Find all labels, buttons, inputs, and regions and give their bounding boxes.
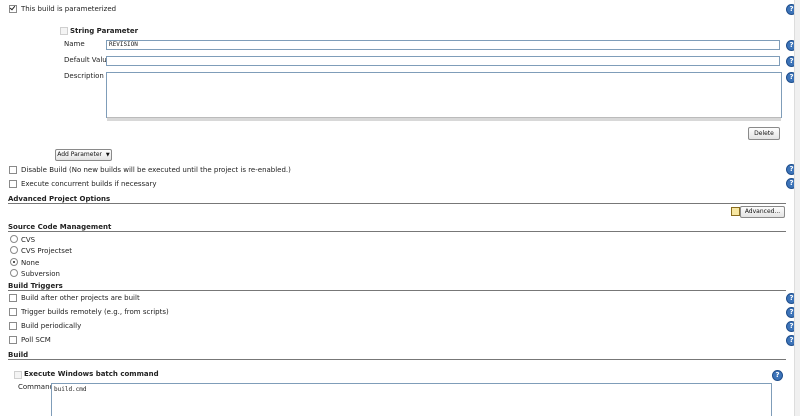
scm-radio-none[interactable]	[10, 258, 18, 266]
name-input[interactable]: REVISION	[106, 40, 780, 50]
notepad-icon	[731, 207, 740, 216]
command-label: Command	[18, 383, 54, 391]
add-parameter-label: Add Parameter	[57, 151, 102, 158]
build-title: Build	[8, 351, 29, 359]
trigger-label: Build after other projects are built	[21, 294, 140, 302]
trigger-periodic-checkbox[interactable]	[9, 322, 17, 330]
description-label: Description	[64, 72, 104, 80]
disable-build-checkbox[interactable]	[9, 166, 17, 174]
trigger-build-after-checkbox[interactable]	[9, 294, 17, 302]
command-textarea[interactable]: build.cmd	[51, 383, 772, 416]
textarea-resize-grip[interactable]	[107, 117, 781, 121]
string-parameter-drag-handle[interactable]	[60, 27, 68, 35]
parameterized-checkbox[interactable]	[9, 5, 17, 13]
trigger-label: Trigger builds remotely (e.g., from scri…	[21, 308, 169, 316]
section-divider	[8, 231, 786, 232]
add-parameter-button[interactable]: Add Parameter ▼	[55, 149, 112, 161]
scm-option-label: CVS	[21, 236, 36, 244]
concurrent-builds-label: Execute concurrent builds if necessary	[21, 180, 157, 188]
section-divider	[8, 203, 786, 204]
string-parameter-title: String Parameter	[70, 27, 139, 35]
build-step-drag-handle[interactable]	[14, 371, 22, 379]
advanced-project-options-title: Advanced Project Options	[8, 195, 111, 203]
concurrent-builds-checkbox[interactable]	[9, 180, 17, 188]
default-value-input[interactable]	[106, 56, 780, 66]
scm-radio-subversion[interactable]	[10, 269, 18, 277]
scm-option-label: CVS Projectset	[21, 247, 72, 255]
trigger-remote-checkbox[interactable]	[9, 308, 17, 316]
scm-option-label: Subversion	[21, 270, 60, 278]
help-icon[interactable]: ?	[772, 370, 783, 381]
description-textarea[interactable]	[106, 72, 782, 118]
default-value-label: Default Value	[64, 56, 112, 64]
build-triggers-title: Build Triggers	[8, 282, 63, 290]
name-label: Name	[64, 40, 85, 48]
page-scrollbar[interactable]	[794, 0, 800, 416]
trigger-label: Poll SCM	[21, 336, 51, 344]
advanced-button[interactable]: Advanced...	[740, 206, 785, 218]
scm-option-label: None	[21, 259, 40, 267]
parameterized-label: This build is parameterized	[21, 5, 117, 13]
dropdown-arrow-icon: ▼	[105, 152, 110, 158]
delete-button[interactable]: Delete	[748, 127, 780, 140]
scm-radio-cvs[interactable]	[10, 235, 18, 243]
scm-radio-cvs-projectset[interactable]	[10, 246, 18, 254]
section-divider	[8, 359, 786, 360]
scm-title: Source Code Management	[8, 223, 112, 231]
disable-build-label: Disable Build (No new builds will be exe…	[21, 166, 291, 174]
trigger-label: Build periodically	[21, 322, 82, 330]
build-step-title: Execute Windows batch command	[24, 370, 159, 378]
trigger-poll-scm-checkbox[interactable]	[9, 336, 17, 344]
section-divider	[8, 290, 786, 291]
